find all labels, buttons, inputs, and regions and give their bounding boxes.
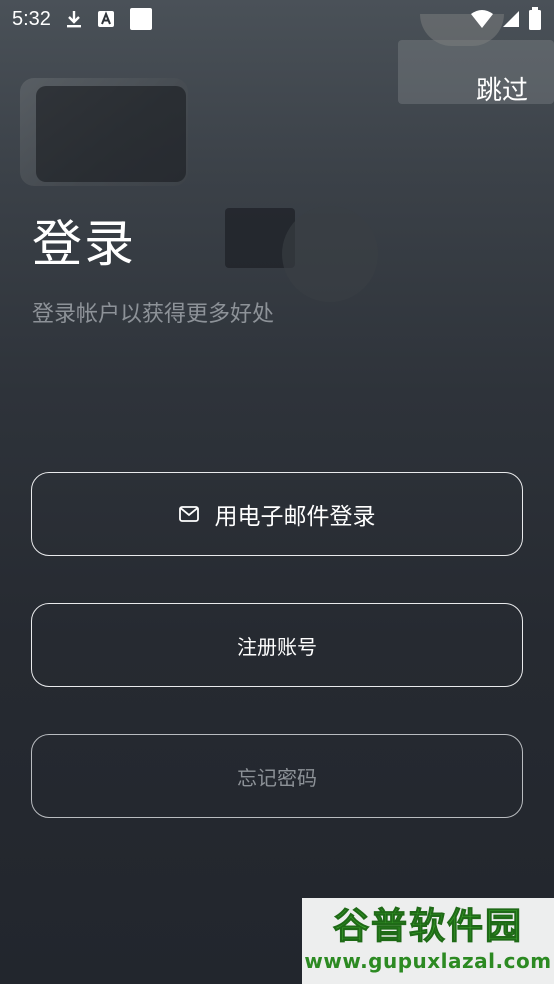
status-right <box>470 7 542 31</box>
page-title: 登录 <box>32 215 136 273</box>
mail-icon <box>178 506 199 522</box>
page-subtitle: 登录帐户以获得更多好处 <box>32 302 275 327</box>
skip-button[interactable]: 跳过 <box>476 70 528 107</box>
watermark-url: www.gupuxlazal.com <box>304 949 552 973</box>
forgot-password-button[interactable]: 忘记密码 <box>31 734 523 818</box>
email-login-button[interactable]: 用电子邮件登录 <box>31 472 523 556</box>
watermark-logo-text: 谷普软件园 <box>332 906 523 947</box>
wifi-icon <box>470 9 494 29</box>
download-icon <box>65 9 83 29</box>
background-camera-image <box>282 206 378 302</box>
signal-icon <box>502 10 520 28</box>
email-login-label: 用电子邮件登录 <box>214 504 376 530</box>
status-left: 5:32 <box>12 7 153 31</box>
battery-icon <box>528 7 542 31</box>
a-box-icon <box>97 10 115 28</box>
register-label: 注册账号 <box>237 634 317 659</box>
background-card-image <box>225 208 295 268</box>
forgot-password-label: 忘记密码 <box>237 765 317 790</box>
register-button[interactable]: 注册账号 <box>31 603 523 687</box>
background-speaker-face <box>36 86 186 182</box>
status-time: 5:32 <box>12 7 51 30</box>
background-speaker-image <box>20 78 188 186</box>
status-bar: 5:32 <box>0 0 554 38</box>
watermark-logo: 谷普软件园 www.gupuxlazal.com <box>302 898 554 984</box>
white-square-icon <box>129 7 153 31</box>
